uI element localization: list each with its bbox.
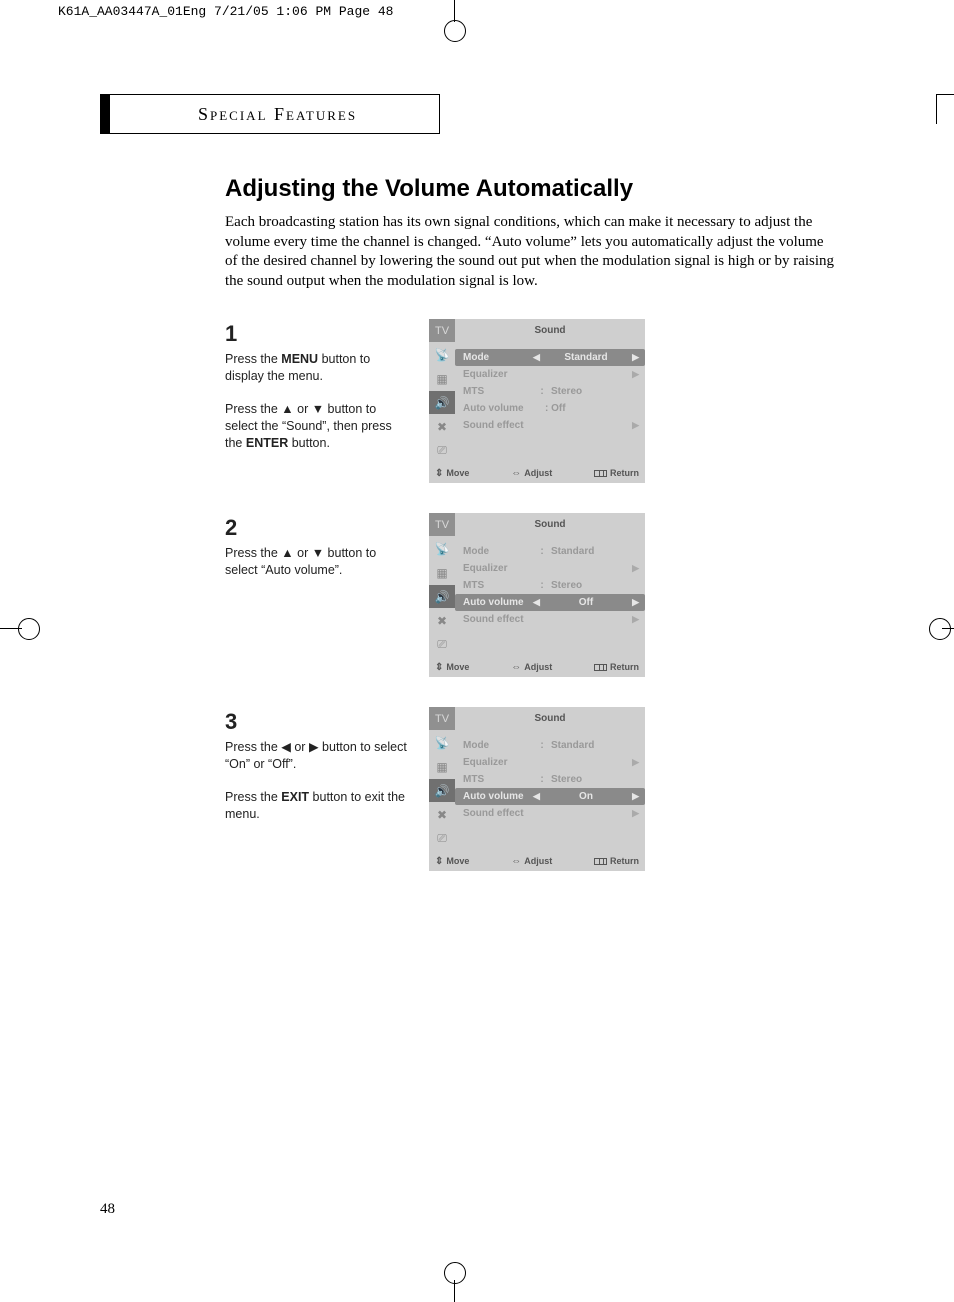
crop-mark-right [940, 614, 954, 644]
osd-tv-label: TV [429, 319, 455, 343]
osd-row-autovol: Auto volume ◀ Off ▶ [455, 594, 645, 611]
step-1-text: 1 Press the MENU button to display the m… [225, 319, 411, 462]
crop-mark-top [440, 0, 470, 30]
step-1: 1 Press the MENU button to display the m… [225, 319, 835, 483]
osd-footer: ⇕Move ⇔Adjust Return [429, 851, 645, 871]
step-1-number: 1 [225, 319, 411, 349]
section-header-text: Special Features [198, 104, 357, 125]
osd-footer: ⇕Move ⇔Adjust Return [429, 463, 645, 483]
osd-row-soundeffect: Sound effect ▶ [463, 611, 639, 628]
osd-footer: ⇕Move ⇔Adjust Return [429, 657, 645, 677]
step-3-body: Press the ◀ or ▶ button to select “On” o… [225, 739, 411, 823]
osd-screenshot-1: TV 📡 ▦ 🔊 ✖ ⎚ Sound Mode ◀ Standard ▶ [429, 319, 645, 483]
sound-icon: 🔊 [429, 391, 455, 415]
step-1-body: Press the MENU button to display the men… [225, 351, 411, 452]
section-header: Special Features [100, 94, 440, 134]
step-2-number: 2 [225, 513, 411, 543]
content-area: Adjusting the Volume Automatically Each … [225, 175, 835, 901]
picture-icon: ▦ [429, 561, 455, 585]
antenna-icon: 📡 [429, 731, 455, 755]
osd-row-equalizer: Equalizer ▶ [463, 560, 639, 577]
osd-tv-label: TV [429, 707, 455, 731]
setup-icon: ⎚ [429, 439, 455, 463]
antenna-icon: 📡 [429, 343, 455, 367]
print-slug: K61A_AA03447A_01Eng 7/21/05 1:06 PM Page… [58, 4, 393, 19]
crop-mark-bottom [440, 1262, 470, 1302]
antenna-icon: 📡 [429, 537, 455, 561]
step-2: 2 Press the ▲ or ▼ button to select “Aut… [225, 513, 835, 677]
osd-row-autovol: Auto volume ◀ On ▶ [455, 788, 645, 805]
osd-screenshot-3: TV 📡 ▦ 🔊 ✖ ⎚ Sound Mode : Standard [429, 707, 645, 871]
picture-icon: ▦ [429, 755, 455, 779]
osd-row-equalizer: Equalizer ▶ [463, 754, 639, 771]
sound-icon: 🔊 [429, 585, 455, 609]
channel-icon: ✖ [429, 609, 455, 633]
step-2-body: Press the ▲ or ▼ button to select “Auto … [225, 545, 411, 579]
osd-sidebar: TV 📡 ▦ 🔊 ✖ ⎚ [429, 319, 455, 463]
page-heading: Adjusting the Volume Automatically [225, 175, 835, 203]
channel-icon: ✖ [429, 415, 455, 439]
osd-row-equalizer: Equalizer ▶ [463, 366, 639, 383]
intro-paragraph: Each broadcasting station has its own si… [225, 213, 835, 291]
step-3: 3 Press the ◀ or ▶ button to select “On”… [225, 707, 835, 871]
osd-row-autovol: Auto volume : Off [463, 400, 639, 417]
sound-icon: 🔊 [429, 779, 455, 803]
crop-mark-corner [936, 94, 954, 124]
osd-row-mts: MTS : Stereo [463, 771, 639, 788]
osd-screenshot-2: TV 📡 ▦ 🔊 ✖ ⎚ Sound Mode : Standard [429, 513, 645, 677]
osd-row-mts: MTS : Stereo [463, 383, 639, 400]
osd-sidebar: TV 📡 ▦ 🔊 ✖ ⎚ [429, 707, 455, 851]
page-number: 48 [100, 1201, 115, 1218]
osd-row-soundeffect: Sound effect ▶ [463, 417, 639, 434]
osd-row-mode: Mode ◀ Standard ▶ [455, 349, 645, 366]
osd-row-mts: MTS : Stereo [463, 577, 639, 594]
picture-icon: ▦ [429, 367, 455, 391]
step-2-text: 2 Press the ▲ or ▼ button to select “Aut… [225, 513, 411, 588]
osd-title: Sound [455, 319, 645, 343]
step-3-number: 3 [225, 707, 411, 737]
crop-mark-left [0, 614, 40, 644]
osd-row-soundeffect: Sound effect ▶ [463, 805, 639, 822]
osd-title: Sound [455, 513, 645, 537]
step-3-text: 3 Press the ◀ or ▶ button to select “On”… [225, 707, 411, 833]
setup-icon: ⎚ [429, 827, 455, 851]
osd-sidebar: TV 📡 ▦ 🔊 ✖ ⎚ [429, 513, 455, 657]
channel-icon: ✖ [429, 803, 455, 827]
osd-title: Sound [455, 707, 645, 731]
osd-row-mode: Mode : Standard [463, 737, 639, 754]
osd-row-mode: Mode : Standard [463, 543, 639, 560]
setup-icon: ⎚ [429, 633, 455, 657]
osd-tv-label: TV [429, 513, 455, 537]
